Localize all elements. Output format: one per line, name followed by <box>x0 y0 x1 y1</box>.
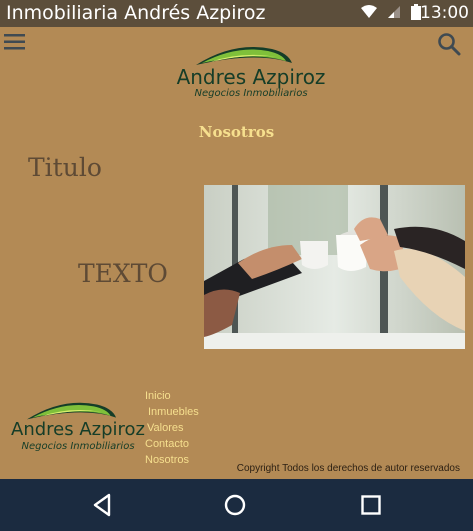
page: Andres Azpiroz Negocios Inmobiliarios No… <box>0 27 473 479</box>
footer-link-inicio[interactable]: Inicio <box>145 388 199 404</box>
footer-link-nosotros[interactable]: Nosotros <box>145 452 199 468</box>
logo-name: Andres Azpiroz <box>11 419 145 440</box>
footer-links: Inicio Inmuebles Valores Contacto Nosotr… <box>145 388 199 468</box>
phone-screen: Inmobiliaria Andrés Azpiroz 13:00 Andres… <box>0 0 473 531</box>
hamburger-menu-icon[interactable] <box>4 33 26 51</box>
status-bar: Inmobiliaria Andrés Azpiroz 13:00 <box>0 0 473 27</box>
logo-tagline: Negocios Inmobiliarios <box>21 441 135 452</box>
content-body: TEXTO <box>78 259 168 288</box>
status-icons <box>361 4 421 20</box>
wifi-icon <box>361 5 377 18</box>
recents-icon[interactable] <box>358 492 384 518</box>
clock: 13:00 <box>420 3 469 23</box>
footer-logo[interactable]: Andres Azpiroz Negocios Inmobiliarios <box>8 399 148 459</box>
footer-link-inmuebles[interactable]: Inmuebles <box>145 404 199 420</box>
logo-tagline: Negocios Inmobiliarios <box>194 88 308 99</box>
copyright-text: Copyright Todos los derechos de autor re… <box>236 463 460 474</box>
content-heading: Titulo <box>28 153 102 182</box>
signal-icon <box>388 6 400 18</box>
footer-link-valores[interactable]: Valores <box>145 420 199 436</box>
home-icon[interactable] <box>222 492 248 518</box>
header-logo[interactable]: Andres Azpiroz Negocios Inmobiliarios <box>176 43 326 105</box>
footer-link-contacto[interactable]: Contacto <box>145 436 199 452</box>
back-icon[interactable] <box>90 492 116 518</box>
navigation-bar <box>0 479 473 531</box>
coffee-toast-photo <box>204 185 465 349</box>
section-title: Nosotros <box>198 123 275 141</box>
search-icon[interactable] <box>437 32 461 56</box>
window-title: Inmobiliaria Andrés Azpiroz <box>6 2 266 24</box>
logo-name: Andres Azpiroz <box>176 65 326 89</box>
